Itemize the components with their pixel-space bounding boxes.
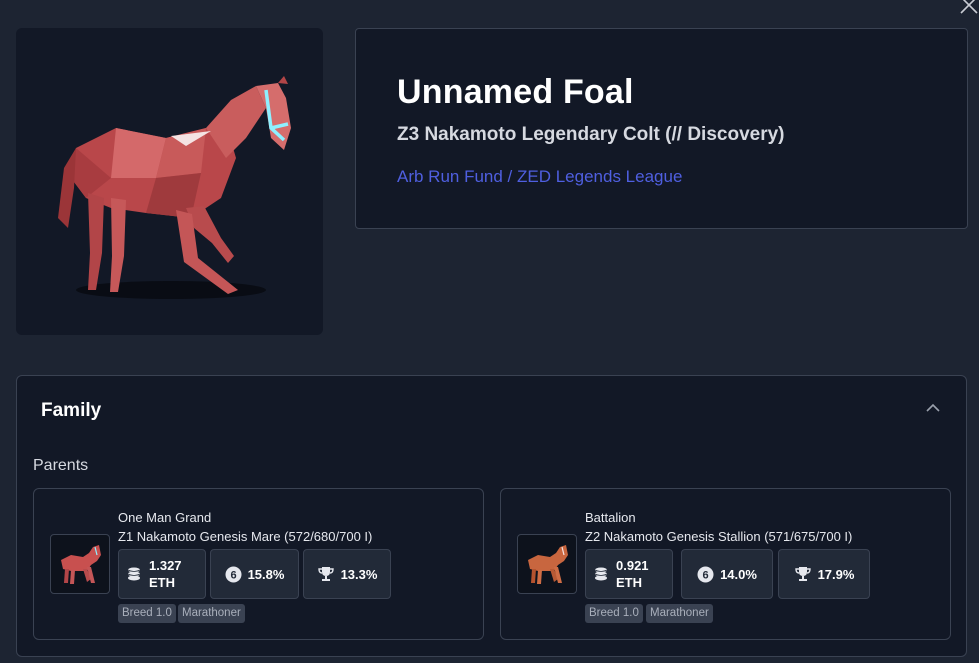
price-stat: 1.327 ETH [118,549,206,599]
parents-label: Parents [33,457,89,474]
price-stat: 0.921 ETH [585,549,673,599]
distance-tag: Marathoner [646,604,713,623]
close-icon [960,0,978,14]
svg-text:6: 6 [703,569,709,581]
collapse-button[interactable] [923,398,943,418]
trophy-icon [794,567,811,581]
win-rate-value: 15.8% [247,566,285,582]
price-value: 0.921 [616,558,649,573]
horse-info-card: Unnamed Foal Z3 Nakamoto Legendary Colt … [355,28,968,229]
place-rate-stat: 13.3% [303,549,391,599]
parent-card[interactable]: One Man Grand Z1 Nakamoto Genesis Mare (… [33,488,484,640]
breed-tag: Breed 1.0 [118,604,176,623]
number-six-badge-icon: 6 [225,566,242,582]
win-rate-stat: 6 15.8% [210,549,299,599]
parent-card[interactable]: Battalion Z2 Nakamoto Genesis Stallion (… [500,488,951,640]
number-six-badge-icon: 6 [697,566,714,582]
horse-illustration [58,76,291,299]
family-title: Family [41,400,102,421]
parent-name[interactable]: One Man Grand [118,510,211,525]
coins-icon [127,567,141,581]
place-rate-value: 13.3% [340,566,378,582]
parent-thumbnail [517,534,577,594]
win-rate-value: 14.0% [720,566,757,582]
svg-text:6: 6 [230,569,236,581]
chevron-up-icon [926,403,940,412]
horse-thumbnail-icon [528,545,568,584]
price-currency: ETH [149,575,175,590]
place-rate-stat: 17.9% [778,549,870,599]
horse-name: Unnamed Foal [397,73,634,111]
close-button[interactable] [958,0,979,16]
parent-name[interactable]: Battalion [585,510,636,525]
place-rate-value: 17.9% [817,566,855,582]
parent-thumbnail [50,534,110,594]
horse-description: Z3 Nakamoto Legendary Colt (// Discovery… [397,124,785,145]
win-rate-stat: 6 14.0% [681,549,773,599]
parent-description: Z2 Nakamoto Genesis Stallion (571/675/70… [585,529,853,544]
horse-image[interactable] [16,28,323,335]
family-panel: Family Parents One Man Grand Z1 Nakamoto… [16,375,967,657]
owner-link[interactable]: Arb Run Fund / ZED Legends League [397,167,682,187]
parent-description: Z1 Nakamoto Genesis Mare (572/680/700 I) [118,529,373,544]
breed-tag: Breed 1.0 [585,604,643,623]
distance-tag: Marathoner [178,604,245,623]
horse-thumbnail-icon [61,545,101,584]
price-value: 1.327 [149,558,182,573]
coins-icon [594,567,608,581]
trophy-icon [317,567,334,581]
price-currency: ETH [616,575,642,590]
